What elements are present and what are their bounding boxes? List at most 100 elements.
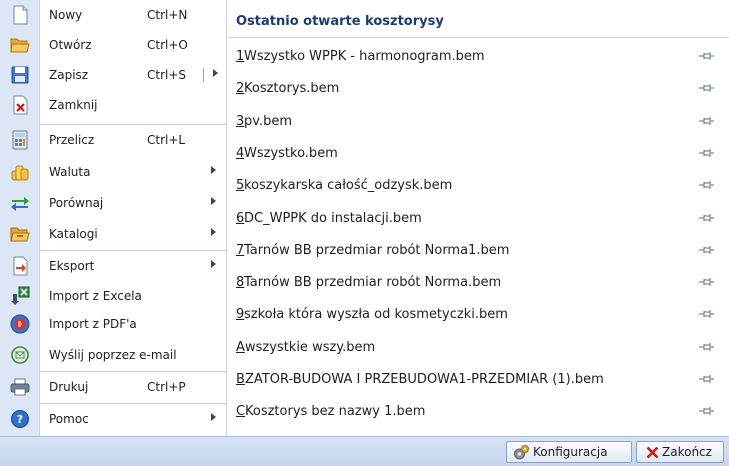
catalog-folder-icon (10, 227, 30, 242)
pin-icon[interactable] (698, 179, 715, 191)
new-document-icon (13, 5, 28, 25)
pin-icon[interactable] (698, 405, 715, 417)
menu-item-label: Zapisz (49, 68, 89, 82)
recent-file-item[interactable]: 5 koszykarska całość_odzysk.bem (228, 169, 729, 201)
menu-item-label: Pomoc (49, 412, 89, 426)
pin-icon[interactable] (698, 212, 715, 224)
recent-file-name: Wszystko WPPK - harmonogram.bem (244, 49, 485, 64)
exit-label: Zakończ (662, 445, 712, 459)
menu-item-shortcut: Ctrl+P (147, 380, 186, 394)
recent-file-name: koszykarska całość_odzysk.bem (244, 178, 453, 193)
recent-file-accelerator: C (236, 404, 246, 419)
menu-item-shortcut: Ctrl+N (147, 8, 188, 22)
import-excel-icon (11, 286, 30, 305)
chevron-right-icon (211, 228, 216, 236)
pin-icon[interactable] (698, 341, 715, 353)
menu-item-label: Nowy (49, 8, 83, 22)
recent-file-name: Kosztorys bez nazwy 1.bem (245, 404, 426, 419)
menu-item-pomoc[interactable]: Pomoc (40, 404, 227, 434)
recent-files-panel: Ostatnio otwarte kosztorysy 1 Wszystko W… (228, 0, 729, 436)
pin-icon[interactable] (698, 82, 715, 94)
recent-file-item[interactable]: A wszystkie wszy.bem (228, 331, 729, 363)
menu-item-label: Drukuj (49, 380, 89, 394)
recent-file-item[interactable]: C Kosztorys bez nazwy 1.bem (228, 395, 729, 427)
menu-separator (40, 124, 227, 125)
menu-item-zamknij[interactable]: Zamknij (40, 90, 227, 120)
menu-item-label: Zamknij (49, 98, 98, 112)
recent-file-item[interactable]: 9 szkoła która wyszła od kosmetyczki.bem (228, 298, 729, 330)
pin-icon[interactable] (698, 115, 715, 127)
coins-icon (11, 165, 29, 181)
menu-item-przelicz[interactable]: Przelicz Ctrl+L (40, 125, 227, 155)
chevron-right-icon (211, 197, 216, 205)
recent-file-item[interactable]: 7 Tarnów BB przedmiar robót Norma1.bem (228, 234, 729, 266)
recent-file-item[interactable]: 1 Wszystko WPPK - harmonogram.bem (228, 40, 729, 72)
menu-item-waluta[interactable]: Waluta (40, 157, 227, 187)
menu-separator (40, 371, 227, 372)
recent-file-name: Wszystko.bem (244, 146, 338, 161)
recent-file-item[interactable]: 6 DC_WPPK do instalacji.bem (228, 202, 729, 234)
icon-gutter: ? (0, 0, 40, 436)
email-icon (11, 346, 29, 364)
menu-item-label: Import z Excela (49, 289, 142, 303)
menu-item-nowy[interactable]: Nowy Ctrl+N (40, 0, 227, 30)
export-icon (13, 256, 28, 276)
close-document-icon (13, 95, 28, 115)
pin-icon[interactable] (698, 244, 715, 256)
configuration-button[interactable]: Konfiguracja (506, 441, 632, 463)
menu-item-shortcut: Ctrl+L (147, 133, 186, 147)
save-disk-icon (11, 66, 29, 84)
split-separator (203, 68, 204, 82)
recent-file-accelerator: B (236, 372, 245, 387)
menu-item-label: Przelicz (49, 133, 95, 147)
recent-file-name: pv.bem (244, 114, 292, 129)
recent-file-name: wszystkie wszy.bem (245, 340, 376, 355)
menu-item-eksport[interactable]: Eksport (40, 251, 227, 281)
recent-file-name: szkoła która wyszła od kosmetyczki.bem (244, 307, 508, 322)
menu-item-email[interactable]: Wyślij poprzez e-mail (40, 340, 227, 370)
recent-file-name: Kosztorys.bem (244, 81, 340, 96)
close-x-icon (646, 446, 659, 459)
title-divider (228, 37, 729, 38)
configuration-label: Konfiguracja (533, 445, 608, 459)
menu-item-import-pdf[interactable]: Import z PDF'a (40, 309, 227, 339)
gear-icon (514, 445, 529, 460)
pin-icon[interactable] (698, 276, 715, 288)
menu-item-drukuj[interactable]: Drukuj Ctrl+P (40, 372, 227, 402)
menu-item-import-excel[interactable]: Import z Excela (40, 281, 227, 311)
recent-file-name: DC_WPPK do instalacji.bem (244, 211, 422, 226)
menu-separator (40, 250, 227, 251)
menu-item-label: Eksport (49, 259, 95, 273)
chevron-right-icon (211, 413, 216, 421)
menu-separator (40, 403, 227, 404)
recent-file-item[interactable]: 8 Tarnów BB przedmiar robót Norma.bem (228, 266, 729, 298)
menu-item-katalogi[interactable]: Katalogi (40, 219, 227, 249)
pin-icon[interactable] (698, 308, 715, 320)
recent-file-item[interactable]: 3 pv.bem (228, 105, 729, 137)
recent-file-name: ZATOR-BUDOWA I PRZEBUDOWA1-PRZEDMIAR (1)… (245, 372, 604, 387)
menu-item-label: Wyślij poprzez e-mail (49, 348, 177, 362)
open-folder-icon (10, 38, 30, 53)
menu-item-label: Otwórz (49, 38, 92, 52)
menu-item-label: Import z PDF'a (49, 317, 137, 331)
import-pdf-icon (10, 314, 30, 334)
chevron-right-icon (211, 166, 216, 174)
recent-file-item[interactable]: B ZATOR-BUDOWA I PRZEBUDOWA1-PRZEDMIAR (… (228, 363, 729, 395)
menu-item-porownaj[interactable]: Porównaj (40, 188, 227, 218)
menu-item-label: Waluta (49, 165, 91, 179)
menu-item-otworz[interactable]: Otwórz Ctrl+O (40, 30, 227, 60)
calculator-icon (12, 130, 28, 150)
recent-file-item[interactable]: 2 Kosztorys.bem (228, 72, 729, 104)
chevron-right-icon[interactable] (213, 69, 218, 77)
bottom-bar: Konfiguracja Zakończ (0, 436, 729, 466)
recent-files-title: Ostatnio otwarte kosztorysy (236, 14, 444, 29)
recent-file-name: Tarnów BB przedmiar robót Norma1.bem (244, 243, 510, 258)
pin-icon[interactable] (698, 373, 715, 385)
pin-icon[interactable] (698, 50, 715, 62)
recent-file-name: Tarnów BB przedmiar robót Norma.bem (244, 275, 502, 290)
exit-button[interactable]: Zakończ (636, 441, 724, 463)
recent-file-accelerator: A (236, 340, 245, 355)
recent-file-item[interactable]: 4 Wszystko.bem (228, 137, 729, 169)
pin-icon[interactable] (698, 147, 715, 159)
menu-item-zapisz[interactable]: Zapisz Ctrl+S (40, 60, 227, 90)
